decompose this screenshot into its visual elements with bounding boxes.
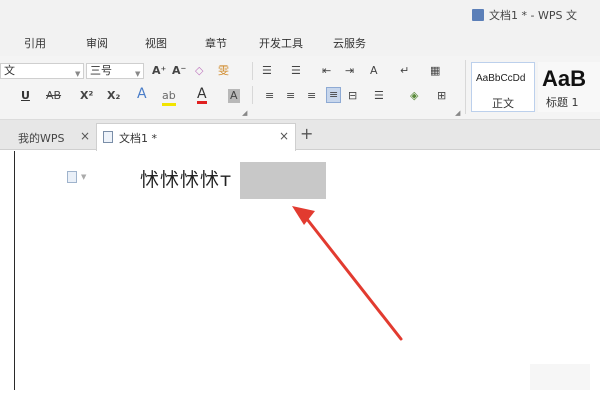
style-normal[interactable]: AaBbCcDd 正文 (471, 62, 535, 112)
close-icon[interactable]: × (279, 129, 289, 143)
close-icon[interactable]: × (80, 129, 90, 143)
document-text[interactable]: 怵怵怵怵т (140, 165, 232, 192)
tab-my-wps[interactable]: 我的WPS × (0, 123, 96, 150)
character-shading-icon[interactable]: A (228, 89, 240, 103)
borders-icon[interactable]: ⊞ (437, 89, 446, 103)
line-spacing-icon[interactable]: ☰ (374, 89, 384, 103)
menu-references[interactable]: 引用 (24, 35, 46, 51)
window-title: 文档1 * - WPS 文 (489, 9, 577, 22)
increase-indent-icon[interactable]: ⇥ (345, 64, 354, 78)
toolbar-divider (465, 60, 466, 114)
grow-font-icon[interactable]: A⁺ (152, 64, 166, 78)
subscript-icon[interactable]: X₂ (107, 89, 120, 103)
shading-icon[interactable]: ◈ (410, 89, 418, 103)
menu-review[interactable]: 审阅 (86, 35, 108, 51)
style-heading-1[interactable]: AaB 标题 1 (538, 62, 600, 112)
decrease-indent-icon[interactable]: ⇤ (322, 64, 331, 78)
menu-view[interactable]: 视图 (145, 35, 167, 51)
document-icon (472, 9, 484, 21)
font-name-value: 文 (4, 64, 15, 77)
align-center-icon[interactable]: ≡ (286, 89, 295, 103)
bullets-icon[interactable]: ☰ (262, 64, 272, 78)
redacted-region (240, 162, 326, 199)
style-heading-1-label: 标题 1 (546, 96, 579, 109)
align-right-icon[interactable]: ≡ (307, 89, 316, 103)
paragraph-dialog-launcher-icon[interactable]: ◢ (455, 109, 460, 117)
menu-developer-tools[interactable]: 开发工具 (259, 35, 303, 51)
toolbar-divider (252, 62, 253, 80)
tab-document-1-label: 文档1 * (119, 132, 157, 145)
clear-format-icon[interactable]: ◇ (195, 64, 203, 78)
new-tab-button[interactable]: + (300, 124, 313, 143)
font-name-select[interactable]: 文 ▼ (0, 63, 84, 79)
chevron-down-icon: ▼ (81, 173, 87, 181)
arrow-shaft (301, 212, 403, 341)
document-canvas[interactable]: ▼ 怵怵怵怵т (0, 151, 600, 400)
show-marks-icon[interactable]: ↵ (400, 64, 409, 78)
shrink-font-icon[interactable]: A⁻ (172, 64, 186, 78)
justify-icon[interactable]: ≡ (326, 87, 342, 103)
table-icon[interactable]: ▦ (430, 64, 440, 78)
title-bar: 文档1 * - WPS 文 (0, 0, 600, 30)
toolbar-divider (252, 86, 253, 104)
underline-icon[interactable]: U (21, 89, 30, 103)
phonetic-guide-icon[interactable]: 雯 (218, 64, 229, 78)
tab-document-1[interactable]: 文档1 * × (96, 123, 296, 151)
font-size-select[interactable]: 三号 ▼ (86, 63, 144, 79)
font-color-icon[interactable]: A (197, 87, 207, 104)
tab-my-wps-label: 我的WPS (18, 132, 65, 145)
highlight-icon[interactable]: ab (162, 89, 176, 106)
paragraph-handle-icon[interactable] (67, 171, 77, 183)
font-dialog-launcher-icon[interactable]: ◢ (242, 109, 247, 117)
text-effect-icon[interactable]: A (137, 87, 147, 101)
chevron-down-icon: ▼ (135, 70, 141, 78)
style-normal-label: 正文 (492, 97, 514, 110)
font-size-value: 三号 (90, 64, 112, 77)
chevron-down-icon: ▼ (75, 70, 81, 78)
corner-region (530, 364, 590, 390)
align-left-icon[interactable]: ≡ (265, 89, 274, 103)
style-heading-1-sample: AaB (542, 66, 587, 91)
wps-writer-window: 文档1 * - WPS 文 引用 审阅 视图 章节 开发工具 云服务 文 ▼ 三… (0, 0, 600, 400)
document-tab-bar: 我的WPS × 文档1 * × + (0, 120, 600, 151)
document-icon (103, 131, 113, 143)
numbering-icon[interactable]: ☰ (291, 64, 301, 78)
menu-bar: 引用 审阅 视图 章节 开发工具 云服务 (0, 30, 600, 56)
strikethrough-icon[interactable]: AB (46, 89, 61, 103)
menu-chapter[interactable]: 章节 (205, 35, 227, 51)
distribute-icon[interactable]: ⊟ (348, 89, 357, 103)
superscript-icon[interactable]: X² (80, 89, 93, 103)
chinese-layout-icon[interactable]: A (370, 64, 378, 78)
menu-cloud-services[interactable]: 云服务 (333, 35, 366, 51)
arrow-head (292, 206, 315, 225)
page-edge (14, 151, 15, 390)
style-normal-sample: AaBbCcDd (476, 73, 526, 84)
